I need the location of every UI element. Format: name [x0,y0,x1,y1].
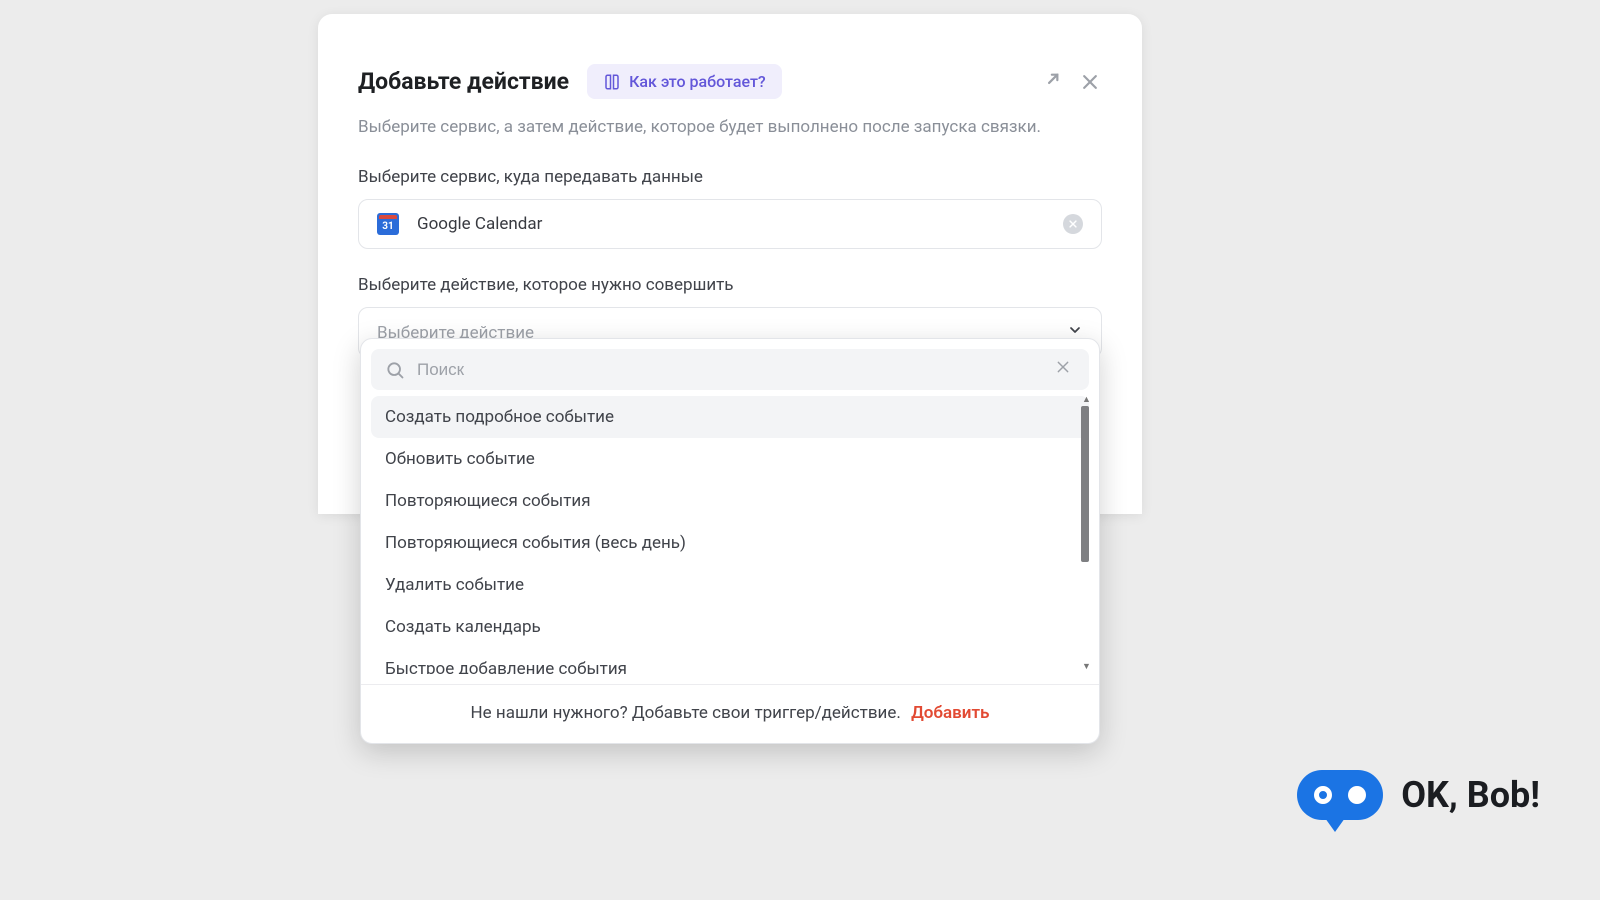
clear-service-button[interactable] [1063,214,1083,234]
footer-text: Не нашли нужного? Добавьте свои триггер/… [471,703,901,723]
expand-button[interactable] [1038,70,1062,94]
action-field-label: Выберите действие, которое нужно соверши… [358,275,1102,295]
search-clear-button[interactable] [1051,359,1075,380]
option-item[interactable]: Создать календарь [371,606,1089,648]
modal-header: Добавьте действие Как это работает? [358,64,1102,99]
option-item[interactable]: Повторяющиеся события [371,480,1089,522]
expand-icon [1039,71,1061,93]
dot-icon [1314,786,1332,804]
header-actions [1038,70,1102,94]
google-calendar-icon: 31 [377,213,399,235]
service-field-label: Выберите сервис, куда передавать данные [358,167,1102,187]
dot-icon [1348,786,1366,804]
service-value: Google Calendar [417,214,542,234]
modal-title: Добавьте действие [358,68,569,95]
how-it-works-label: Как это работает? [629,72,766,91]
option-item[interactable]: Удалить событие [371,564,1089,606]
options-list: Создать подробное событие Обновить событ… [371,396,1089,674]
dropdown-search [371,349,1089,390]
option-item[interactable]: Быстрое добавление события [371,648,1089,674]
brand-badge: OK, Bob! [1297,770,1540,820]
option-item[interactable]: Повторяющиеся события (весь день) [371,522,1089,564]
option-item[interactable]: Создать подробное событие [371,396,1089,438]
scroll-down-icon[interactable]: ▼ [1082,661,1091,672]
brand-text: OK, Bob! [1401,774,1540,816]
brand-bubble-icon [1297,770,1383,820]
x-icon [1055,359,1071,375]
close-icon [1080,72,1100,92]
scrollbar-thumb[interactable] [1081,406,1089,562]
scrollbar[interactable]: ▲ ▼ [1081,398,1091,668]
search-input[interactable] [417,360,1051,380]
action-dropdown: Создать подробное событие Обновить событ… [360,338,1100,744]
dropdown-footer: Не нашли нужного? Добавьте свои триггер/… [361,684,1099,743]
search-icon [385,360,405,380]
service-select[interactable]: 31 Google Calendar [358,199,1102,249]
x-icon [1068,219,1078,229]
option-item[interactable]: Обновить событие [371,438,1089,480]
book-icon [603,73,621,91]
scroll-up-icon[interactable]: ▲ [1082,394,1091,405]
modal-subtitle: Выберите сервис, а затем действие, котор… [358,117,1102,137]
close-button[interactable] [1078,70,1102,94]
add-action-modal: Добавьте действие Как это работает? Выб [318,14,1142,372]
how-it-works-link[interactable]: Как это работает? [587,64,782,99]
add-custom-link[interactable]: Добавить [911,703,989,723]
